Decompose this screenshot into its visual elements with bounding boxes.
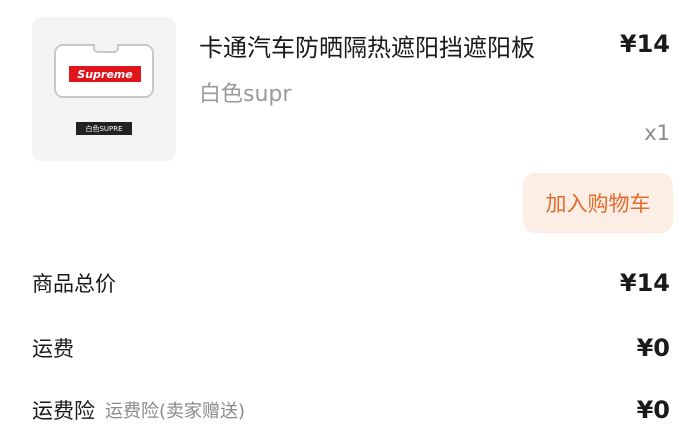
shipping-label: 运费 bbox=[32, 337, 74, 361]
product-image[interactable]: Supreme 白色SUPRE bbox=[32, 17, 176, 161]
insurance-value: ¥0 bbox=[636, 396, 670, 424]
insurance-label-group: 运费险 运费险(卖家赠送) bbox=[32, 395, 245, 425]
shipping-row: 运费 ¥0 bbox=[32, 332, 670, 364]
subtotal-row: 商品总价 ¥14 bbox=[32, 267, 670, 299]
insurance-row: 运费险 运费险(卖家赠送) ¥0 bbox=[32, 394, 670, 426]
product-variant: 白色supr bbox=[199, 82, 292, 107]
insurance-note: 运费险(卖家赠送) bbox=[105, 401, 246, 422]
add-to-cart-button[interactable]: 加入购物车 bbox=[523, 173, 673, 233]
product-price: ¥14 bbox=[619, 30, 670, 58]
brand-logo: Supreme bbox=[69, 66, 141, 82]
insurance-label: 运费险 bbox=[32, 399, 95, 423]
shipping-value: ¥0 bbox=[636, 334, 670, 362]
product-title: 卡通汽车防晒隔热遮阳挡遮阳板 bbox=[199, 34, 535, 62]
image-variant-tag: 白色SUPRE bbox=[76, 122, 132, 135]
subtotal-value: ¥14 bbox=[619, 269, 670, 297]
sunshade-illustration: Supreme bbox=[54, 44, 154, 98]
subtotal-label: 商品总价 bbox=[32, 272, 116, 296]
product-quantity: x1 bbox=[644, 121, 670, 145]
